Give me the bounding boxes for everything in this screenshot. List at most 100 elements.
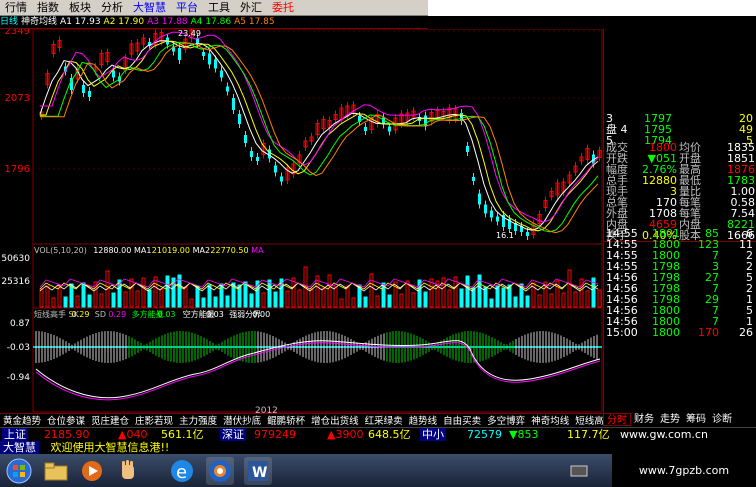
- volume-bar: [465, 275, 470, 308]
- right-tab[interactable]: 走势: [657, 413, 683, 426]
- candle-body: [496, 216, 499, 222]
- taskbar-app-button[interactable]: [206, 457, 234, 485]
- quote-panel: 3 1797 20 盘 4 1795 49 5 1794 5 成交 1800 均价 1835 开跌 ▼051…: [603, 29, 756, 413]
- volume-bar: [111, 292, 116, 308]
- right-tab[interactable]: 筹码: [683, 413, 709, 426]
- volume-bar: [123, 291, 128, 308]
- ma-info-item: A2 17.90: [103, 17, 145, 27]
- volume-bar: [597, 289, 602, 308]
- index-strip-item: 979249: [254, 428, 296, 441]
- indicator-tab[interactable]: 黄金趋势: [0, 414, 44, 426]
- right-tab[interactable]: 诊断: [709, 413, 735, 426]
- menu-item[interactable]: 行情: [0, 0, 32, 16]
- volume-bar: [561, 292, 566, 308]
- indicator-tab[interactable]: 鲲鹏轿杯: [264, 414, 308, 426]
- menu-item[interactable]: 外汇: [235, 0, 267, 16]
- volume-bar: [201, 297, 206, 308]
- indicator-tab[interactable]: 短线高手: [572, 414, 603, 426]
- candle-body: [244, 135, 247, 143]
- taskbar-media-button[interactable]: [78, 457, 106, 485]
- index-strip-item: 深证: [220, 428, 246, 441]
- ma-info-item: A3 17.88: [147, 17, 188, 27]
- volume-bar: [513, 296, 518, 308]
- volume-bar: [153, 276, 158, 308]
- volume-bar: [549, 293, 554, 308]
- start-button[interactable]: [4, 457, 34, 485]
- volume-bar: [321, 287, 326, 308]
- indicator-tab[interactable]: 自由买卖: [440, 414, 484, 426]
- candle-body: [202, 52, 205, 56]
- volume-bar: [339, 298, 344, 308]
- indicator-tab[interactable]: 庄影若现: [132, 414, 176, 426]
- taskbar-word-button[interactable]: W: [244, 457, 272, 485]
- volume-bar: [63, 296, 68, 308]
- volume-bar: [585, 290, 590, 308]
- menu-item[interactable]: 指数: [32, 0, 64, 16]
- menu-item[interactable]: 平台: [171, 0, 203, 16]
- index-strip-item: 上证: [2, 428, 28, 441]
- volume-bar: [81, 282, 86, 308]
- index-strip-item: 72579: [467, 428, 502, 441]
- candle-body: [280, 176, 283, 182]
- candle-body: [472, 177, 475, 181]
- volume-bar: [189, 298, 194, 308]
- indicator-tab[interactable]: 增仓出货线: [308, 414, 362, 426]
- taskbar-ie-button[interactable]: e: [168, 457, 196, 485]
- indicator-tab[interactable]: 主力强度: [176, 414, 220, 426]
- right-tab[interactable]: 财务: [631, 413, 657, 426]
- volume-bar: [207, 284, 212, 308]
- windows-start-icon: [6, 458, 32, 484]
- candle-body: [238, 114, 241, 124]
- indicator-legend-item: 0.03: [206, 310, 224, 319]
- ma-info-strip: 日线 神奇均线 A1 17.93 A2 17.90 A3 17.88 A4 17.86 A5…: [0, 16, 428, 29]
- volume-bar: [141, 277, 146, 308]
- watermark: www.7gpzb.com: [612, 454, 756, 487]
- indicator-tab[interactable]: 趋势线: [406, 414, 441, 426]
- ma-info-item: A5 17.85: [234, 17, 275, 27]
- kline-chart-area[interactable]: 2349 2073 1796 23.49 16.1 VOL(5,10,20) 12880.0…: [0, 29, 603, 413]
- candle-body: [232, 98, 235, 110]
- tray-area: [540, 462, 610, 480]
- menu-item[interactable]: 板块: [64, 0, 96, 16]
- volume-bar: [345, 285, 350, 308]
- taskbar-folder-button[interactable]: [42, 457, 70, 485]
- volume-bar: [297, 289, 302, 308]
- indicator-tab[interactable]: 觅庄建仓: [88, 414, 132, 426]
- menu-item[interactable]: 委托: [267, 0, 299, 16]
- volume-bar: [291, 277, 296, 308]
- indicator-tab[interactable]: 潜伏抄底: [220, 414, 264, 426]
- volume-bar: [261, 292, 266, 308]
- time-axis-label: 2012: [255, 406, 278, 413]
- indicator-tab[interactable]: 红采绿卖: [362, 414, 406, 426]
- candle-body: [268, 149, 271, 159]
- candle-body: [490, 210, 493, 218]
- trade-row: 15:00 1800 170 26: [604, 327, 756, 338]
- volume-bar: [309, 288, 314, 308]
- indicator-tab[interactable]: 多空博弈: [484, 414, 528, 426]
- top-right-blank: [428, 0, 756, 16]
- volume-bar: [183, 286, 188, 308]
- indicator-tab[interactable]: 仓位参谋: [44, 414, 88, 426]
- volume-legend-item: MA1: [134, 246, 151, 255]
- taskbar-hand-button[interactable]: [114, 457, 142, 485]
- menu-item[interactable]: 分析: [96, 0, 128, 16]
- index-strip-item: 2185.90: [44, 428, 90, 441]
- svg-text:W: W: [252, 465, 267, 481]
- volume-bar: [213, 296, 218, 308]
- hand-icon: [122, 460, 134, 479]
- volume-legend-item: MA: [251, 246, 264, 255]
- candle-body: [256, 157, 259, 161]
- menu-item[interactable]: 大智慧: [128, 0, 171, 16]
- indicator-legend-item: 0.29: [72, 310, 90, 319]
- candle-body: [112, 70, 115, 78]
- right-tab[interactable]: 分时: [603, 413, 631, 426]
- indicator-tab[interactable]: 神奇均线: [528, 414, 572, 426]
- menu-item[interactable]: 工具: [203, 0, 235, 16]
- trade-volume: 170: [698, 326, 719, 339]
- kline-chart-svg[interactable]: 2349 2073 1796 23.49 16.1 VOL(5,10,20) 12880.0…: [0, 29, 603, 413]
- ma-line: [40, 42, 599, 234]
- internet-explorer-icon: e: [171, 460, 193, 483]
- volume-bar: [165, 275, 170, 308]
- volume-bar: [273, 291, 278, 308]
- volume-bar: [399, 293, 404, 308]
